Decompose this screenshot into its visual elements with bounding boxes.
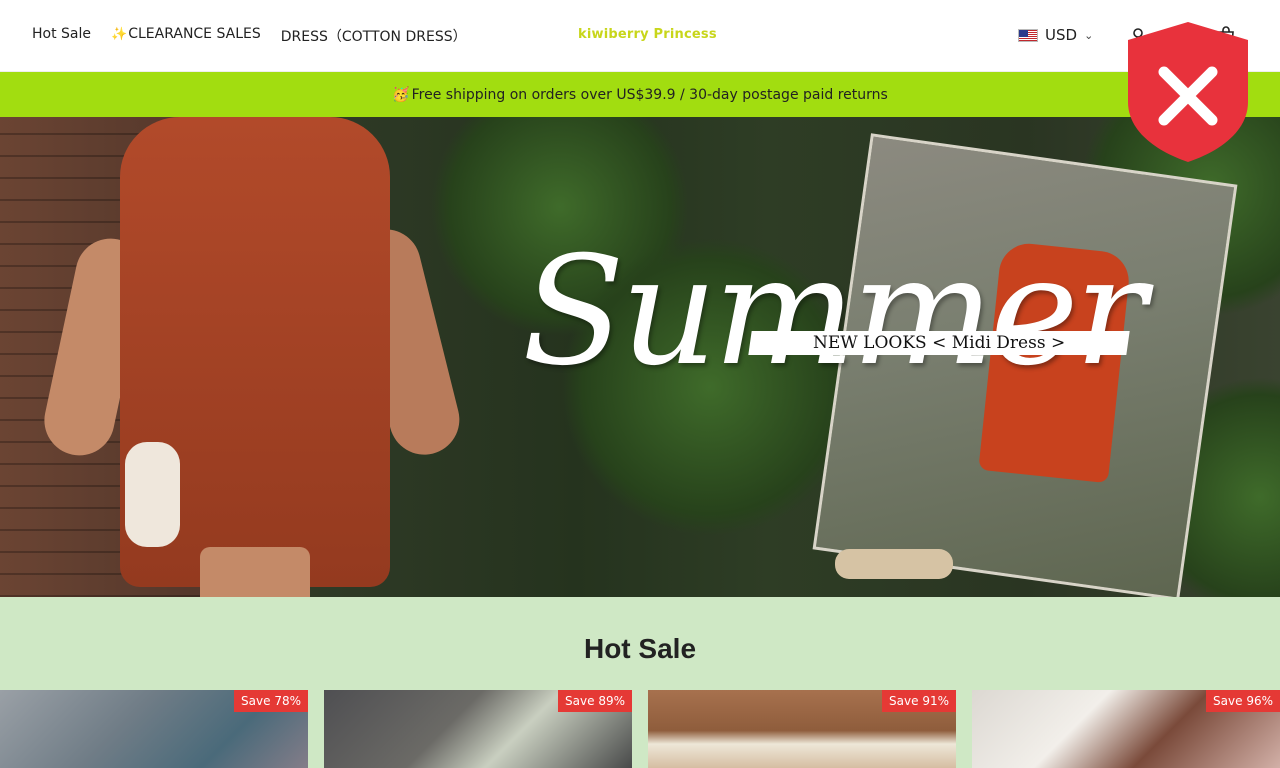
section-title: Hot Sale [583,633,697,664]
hero-badge-text: NEW LOOKS < Midi Dress > [812,333,1066,353]
currency-selector[interactable]: USD ⌄ [1018,26,1093,44]
security-shield-icon[interactable] [1126,20,1250,164]
discount-badge: Save 91% [882,690,956,712]
chevron-down-icon: ⌄ [1084,28,1094,42]
discount-badge: Save 78% [234,690,308,712]
white-handbag-image [125,442,180,547]
hero-banner[interactable]: Summer NEW LOOKS < Midi Dress > [0,117,1280,597]
discount-badge: Save 89% [558,690,632,712]
hot-sale-section: Hot Sale Save 78% Save 89% Save 91% Save… [0,597,1280,768]
product-card[interactable]: Save 91% [648,690,956,768]
product-card[interactable]: Save 96% [972,690,1280,768]
currency-label: USD [1045,26,1078,44]
us-flag-icon [1018,28,1038,42]
model-legs-image [200,547,310,597]
hero-badge: NEW LOOKS < Midi Dress > [748,331,1130,355]
sparkle-icon: ✨ [111,27,128,42]
hero-headline: Summer [522,225,1146,399]
nav-hot-sale[interactable]: Hot Sale [32,26,91,46]
announcement-text: Free shipping on orders over US$39.9 / 3… [411,86,888,103]
announcement-bar: 🥳 Free shipping on orders over US$39.9 /… [0,72,1280,117]
product-card[interactable]: Save 89% [324,690,632,768]
site-logo[interactable]: kiwiberry Princess [578,27,717,42]
nav-clearance-sales[interactable]: ✨CLEARANCE SALES [111,26,261,46]
site-header: Hot Sale ✨CLEARANCE SALES DRESS（COTTON D… [0,0,1280,72]
stepping-stone-image [835,549,953,579]
party-emoji-icon: 🥳 [392,86,410,103]
product-card[interactable]: Save 78% [0,690,308,768]
discount-badge: Save 96% [1206,690,1280,712]
nav-dress[interactable]: DRESS（COTTON DRESS） [281,26,467,46]
main-nav: Hot Sale ✨CLEARANCE SALES DRESS（COTTON D… [32,26,467,46]
nav-clearance-label: CLEARANCE SALES [128,26,261,42]
